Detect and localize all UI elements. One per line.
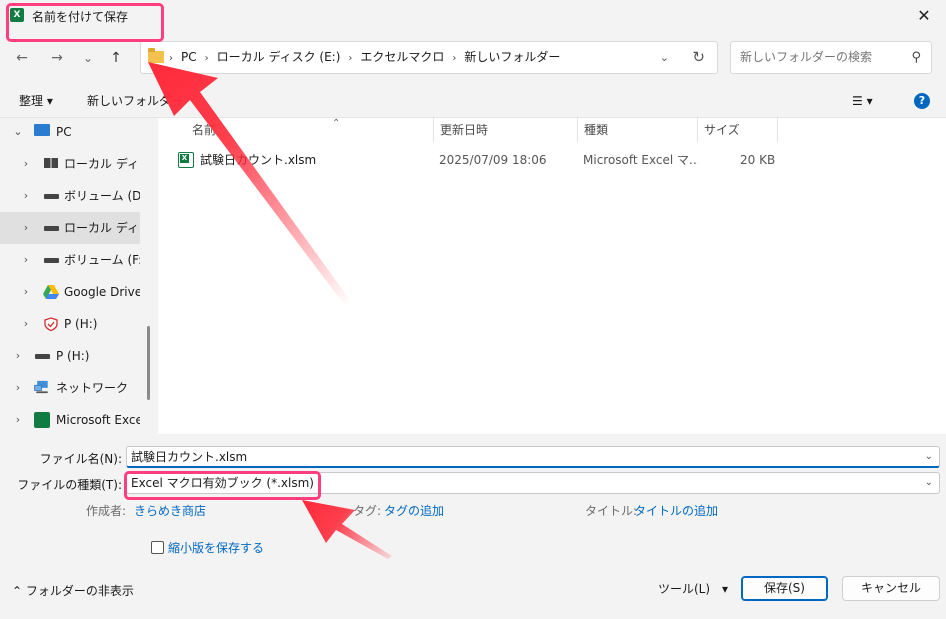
arrow-to-title: [148, 62, 352, 307]
arrow-to-filetype: [302, 500, 392, 559]
annotation-arrows: [148, 62, 392, 559]
